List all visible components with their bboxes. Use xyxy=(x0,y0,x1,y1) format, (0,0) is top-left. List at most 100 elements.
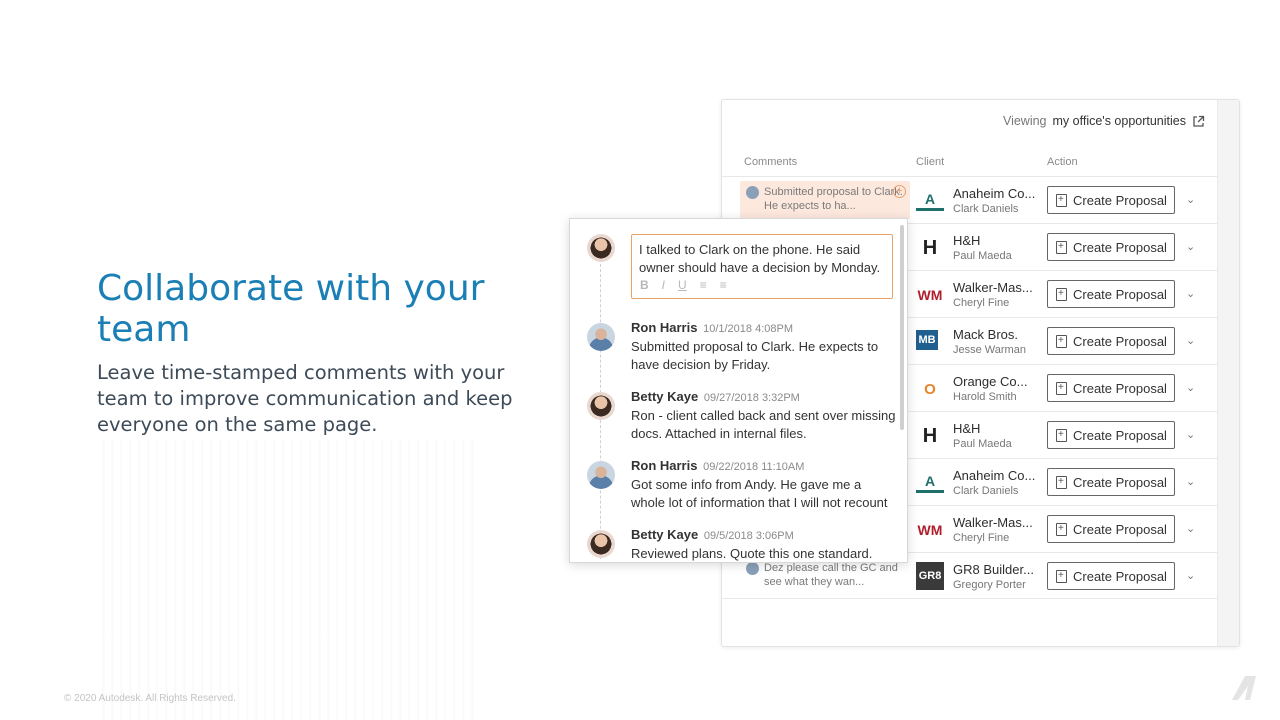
create-proposal-button[interactable]: Create Proposal xyxy=(1047,562,1175,590)
comment-author: Ron Harris xyxy=(631,458,698,473)
button-label: Create Proposal xyxy=(1073,474,1167,490)
document-add-icon xyxy=(1056,475,1067,489)
client-logo: WM xyxy=(917,287,943,303)
client-name[interactable]: Orange Co... xyxy=(953,374,1037,389)
underline-button[interactable]: U xyxy=(678,276,687,294)
create-proposal-button[interactable]: Create Proposal xyxy=(1047,515,1175,543)
comment-entry: Betty Kaye 09/27/2018 3:32PM Ron - clien… xyxy=(631,388,896,443)
chevron-down-icon[interactable]: ⌄ xyxy=(1186,522,1195,535)
comment-timestamp: 09/27/2018 3:32PM xyxy=(703,392,800,404)
client-name[interactable]: Mack Bros. xyxy=(953,327,1037,342)
comment-text: Ron - client called back and sent over m… xyxy=(631,408,896,441)
chevron-down-icon[interactable]: ⌄ xyxy=(1186,240,1195,253)
document-add-icon xyxy=(1056,428,1067,442)
numbered-list-icon[interactable]: ≡ xyxy=(700,276,707,294)
comment-timestamp: 09/5/2018 3:06PM xyxy=(703,530,794,542)
chevron-down-icon[interactable]: ⌄ xyxy=(1186,475,1195,488)
client-contact: Jesse Warman xyxy=(953,344,1026,356)
hero-title: Collaborate with your team xyxy=(97,268,485,350)
document-add-icon xyxy=(1056,287,1067,301)
create-proposal-button[interactable]: Create Proposal xyxy=(1047,327,1175,355)
comment-preview-text: Submitted proposal to Clark. He expects … xyxy=(764,186,903,212)
create-proposal-button[interactable]: Create Proposal xyxy=(1047,186,1175,214)
chevron-down-icon[interactable]: ⌄ xyxy=(1186,569,1195,582)
column-header-client: Client xyxy=(916,156,945,168)
viewing-prefix: Viewing xyxy=(1002,114,1047,128)
comment-author: Ron Harris xyxy=(631,320,698,335)
document-add-icon xyxy=(1056,569,1067,583)
client-name[interactable]: Walker-Mas... xyxy=(953,280,1037,295)
autodesk-logo-icon xyxy=(1232,676,1256,700)
hero-subtitle: Leave time-stamped comments with your te… xyxy=(97,361,513,436)
chevron-down-icon[interactable]: ⌄ xyxy=(1186,287,1195,300)
document-add-icon xyxy=(1056,334,1067,348)
client-logo: H xyxy=(922,424,938,447)
client-name[interactable]: H&H xyxy=(953,233,1037,248)
panel-scrollbar[interactable] xyxy=(1217,100,1239,646)
bullet-list-icon[interactable]: ≡ xyxy=(720,276,727,294)
client-name[interactable]: Walker-Mas... xyxy=(953,515,1037,530)
create-proposal-button[interactable]: Create Proposal xyxy=(1047,421,1175,449)
viewing-filter[interactable]: Viewing my office's opportunities xyxy=(1003,114,1205,128)
client-contact: Gregory Porter xyxy=(953,579,1026,591)
comment-draft-text[interactable]: I talked to Clark on the phone. He said … xyxy=(639,242,880,275)
client-logo: O xyxy=(924,380,936,398)
client-name[interactable]: H&H xyxy=(953,421,1037,436)
comment-text: Reviewed plans. Quote this one standard. xyxy=(631,546,873,561)
comment-timestamp: 10/1/2018 4:08PM xyxy=(703,323,793,335)
client-logo: A xyxy=(916,471,944,493)
document-add-icon xyxy=(1056,193,1067,207)
client-logo: GR8 xyxy=(916,562,944,590)
client-name[interactable]: Anaheim Co... xyxy=(953,186,1037,201)
button-label: Create Proposal xyxy=(1073,239,1167,255)
client-contact: Paul Maeda xyxy=(953,250,1012,262)
comment-editor[interactable]: I talked to Clark on the phone. He said … xyxy=(631,234,893,299)
button-label: Create Proposal xyxy=(1073,568,1167,584)
client-contact: Cheryl Fine xyxy=(953,532,1010,544)
button-label: Create Proposal xyxy=(1073,333,1167,349)
create-proposal-button[interactable]: Create Proposal xyxy=(1047,280,1175,308)
column-header-comments: Comments xyxy=(744,156,798,168)
client-name[interactable]: GR8 Builder... xyxy=(953,562,1037,577)
chevron-down-icon[interactable]: ⌄ xyxy=(1186,381,1195,394)
viewing-scope[interactable]: my office's opportunities xyxy=(1053,114,1186,128)
avatar xyxy=(587,461,615,489)
client-logo: H xyxy=(922,236,938,259)
comment-preview-text: Dez please call the GC and see what they… xyxy=(764,562,898,588)
comment-entry: Ron Harris 09/22/2018 11:10AM Got some i… xyxy=(631,457,896,512)
comment-entry: Betty Kaye 09/5/2018 3:06PM Reviewed pla… xyxy=(631,526,896,562)
client-contact: Clark Daniels xyxy=(953,485,1019,497)
button-label: Create Proposal xyxy=(1073,380,1167,396)
button-label: Create Proposal xyxy=(1073,192,1167,208)
comment-text: Got some info from Andy. He gave me a wh… xyxy=(631,477,888,510)
external-link-icon[interactable] xyxy=(1192,115,1205,128)
add-comment-icon[interactable]: + xyxy=(893,185,906,198)
copyright-text: © 2020 Autodesk. All Rights Reserved. xyxy=(64,693,236,704)
popover-scrollbar[interactable] xyxy=(900,225,904,430)
avatar xyxy=(587,530,615,558)
bold-button[interactable]: B xyxy=(640,276,649,294)
create-proposal-button[interactable]: Create Proposal xyxy=(1047,468,1175,496)
chevron-down-icon[interactable]: ⌄ xyxy=(1186,428,1195,441)
chevron-down-icon[interactable]: ⌄ xyxy=(1186,334,1195,347)
client-contact: Cheryl Fine xyxy=(953,297,1010,309)
comment-preview[interactable]: Submitted proposal to Clark. He expects … xyxy=(740,181,910,219)
document-add-icon xyxy=(1056,522,1067,536)
comment-author: Betty Kaye xyxy=(631,389,699,404)
document-add-icon xyxy=(1056,240,1067,254)
client-logo: WM xyxy=(917,522,943,538)
client-logo: MB xyxy=(916,330,938,350)
comment-entry: Ron Harris 10/1/2018 4:08PM Submitted pr… xyxy=(631,319,896,374)
italic-button[interactable]: I xyxy=(662,276,665,294)
create-proposal-button[interactable]: Create Proposal xyxy=(1047,374,1175,402)
client-logo: A xyxy=(916,189,944,211)
avatar xyxy=(587,234,615,262)
button-label: Create Proposal xyxy=(1073,427,1167,443)
chevron-down-icon[interactable]: ⌄ xyxy=(1186,193,1195,206)
client-contact: Harold Smith xyxy=(953,391,1017,403)
user-avatar xyxy=(746,562,759,575)
client-name[interactable]: Anaheim Co... xyxy=(953,468,1037,483)
button-label: Create Proposal xyxy=(1073,521,1167,537)
create-proposal-button[interactable]: Create Proposal xyxy=(1047,233,1175,261)
document-add-icon xyxy=(1056,381,1067,395)
